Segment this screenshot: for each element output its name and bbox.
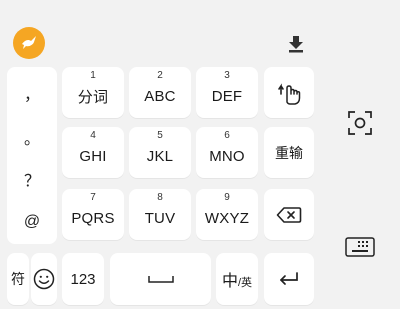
keyboard-switch-icon[interactable] xyxy=(345,236,375,258)
key-number: 4 xyxy=(90,130,96,141)
space-bar-icon xyxy=(147,276,174,283)
key-number: 8 xyxy=(157,192,163,203)
key-4[interactable]: 4 GHI xyxy=(62,127,124,178)
period-key[interactable]: 。 xyxy=(7,125,57,149)
hummingbird-logo-icon[interactable] xyxy=(13,27,45,59)
backspace-icon xyxy=(276,206,302,223)
emoji-key[interactable] xyxy=(31,253,57,305)
key-5[interactable]: 5 JKL xyxy=(129,127,191,178)
key-7[interactable]: 7 PQRS xyxy=(62,189,124,240)
key-label: 分词 xyxy=(77,88,109,106)
key-6[interactable]: 6 MNO xyxy=(196,127,258,178)
key-number: 7 xyxy=(90,192,96,203)
key-label: GHI xyxy=(79,148,107,165)
key-1[interactable]: 1 分词 xyxy=(62,67,124,118)
enter-icon xyxy=(280,272,298,285)
lang-main: 中 xyxy=(221,271,238,290)
key-number: 5 xyxy=(157,130,163,141)
symbols-column[interactable]: ， 。 ？ @ xyxy=(7,67,57,244)
key-number: 1 xyxy=(90,70,96,81)
key-number: 2 xyxy=(157,70,163,81)
key-label: DEF xyxy=(211,88,243,105)
hand-gesture-icon xyxy=(278,82,301,105)
backspace-key[interactable] xyxy=(264,189,314,240)
at-key[interactable]: @ xyxy=(7,213,57,231)
key-label: JKL xyxy=(146,148,174,165)
key-label: MNO xyxy=(209,148,245,165)
symbol-label: 符 xyxy=(11,272,25,288)
retype-key[interactable]: 重输 xyxy=(264,127,314,178)
language-switch-key[interactable]: 中 / 英 xyxy=(216,253,258,305)
key-number: 6 xyxy=(224,130,230,141)
symbol-key[interactable]: 符 xyxy=(7,253,29,305)
retype-label: 重输 xyxy=(275,145,303,162)
emoji-icon xyxy=(33,268,55,290)
lang-alt: 英 xyxy=(241,276,253,289)
numbers-key[interactable]: 123 xyxy=(62,253,104,305)
key-label: WXYZ xyxy=(204,210,250,227)
enter-key[interactable] xyxy=(264,253,314,305)
key-number: 9 xyxy=(224,192,230,203)
scan-text-icon[interactable] xyxy=(347,110,373,136)
key-2[interactable]: 2 ABC xyxy=(129,67,191,118)
question-key[interactable]: ？ xyxy=(7,167,57,191)
key-label: ABC xyxy=(144,88,176,105)
numbers-label: 123 xyxy=(70,270,96,288)
key-9[interactable]: 9 WXYZ xyxy=(196,189,258,240)
comma-key[interactable]: ， xyxy=(7,81,57,105)
space-key[interactable] xyxy=(110,253,211,305)
gesture-key[interactable] xyxy=(264,67,314,118)
key-label: PQRS xyxy=(71,210,115,227)
keyboard-hide-arrow-icon[interactable] xyxy=(286,34,306,54)
key-8[interactable]: 8 TUV xyxy=(129,189,191,240)
key-3[interactable]: 3 DEF xyxy=(196,67,258,118)
language-switch-label: 中 / 英 xyxy=(222,267,252,291)
key-number: 3 xyxy=(224,70,230,81)
key-label: TUV xyxy=(144,210,176,227)
